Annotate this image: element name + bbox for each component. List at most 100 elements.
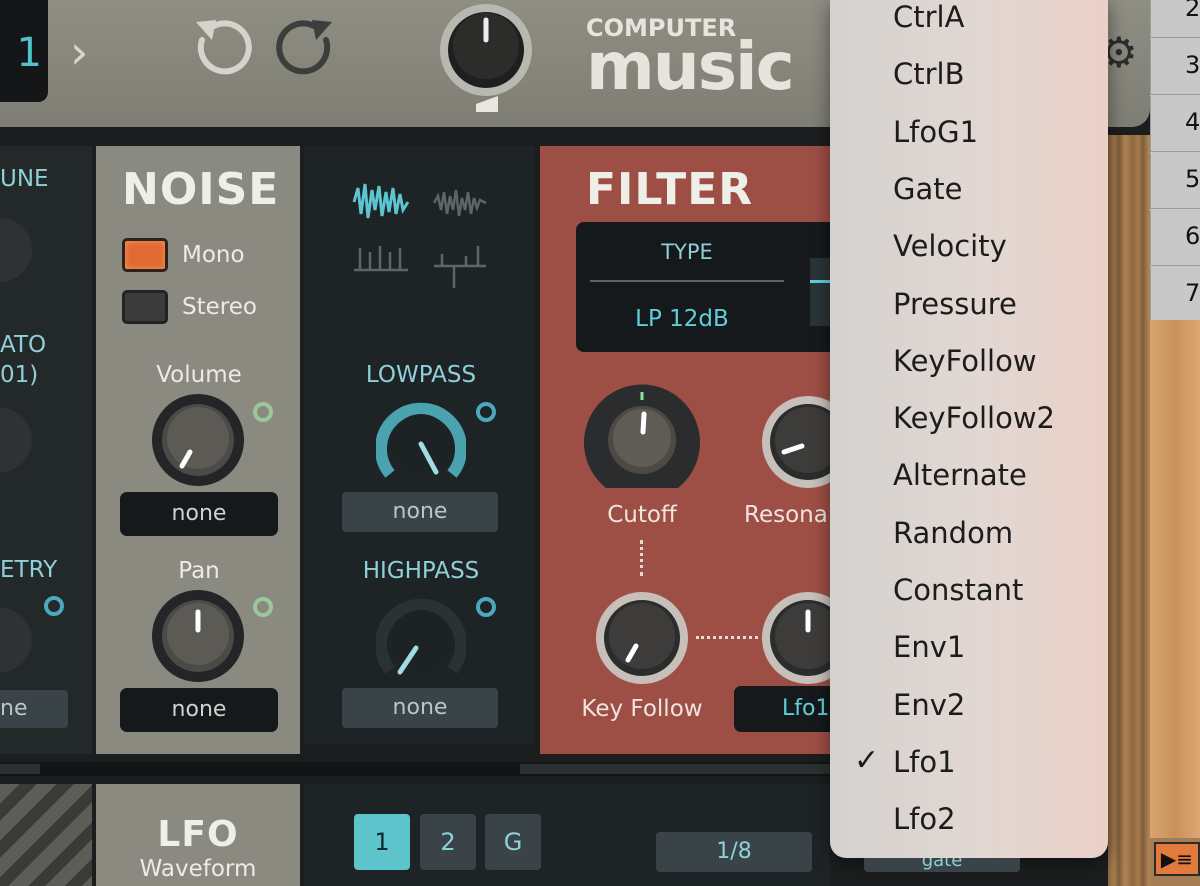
noise-pan-knob[interactable] [148, 590, 248, 682]
track-number-row[interactable]: 2 [1150, 0, 1200, 38]
pan-mod-indicator[interactable] [253, 597, 273, 617]
track-number-row[interactable]: 5 [1150, 153, 1200, 209]
lfo-button-g[interactable]: G [485, 814, 541, 870]
symmetry-mod-indicator[interactable] [44, 596, 64, 616]
symmetry-knob[interactable] [0, 600, 34, 680]
highpass-mod-dropdown[interactable]: none [342, 688, 498, 728]
resonance-label: Resona [744, 502, 828, 528]
vibrato-knob[interactable] [0, 400, 34, 480]
keyfollow-mod-link [696, 636, 758, 639]
menu-item-label: Random [893, 515, 1014, 550]
tune-label: UNE [0, 166, 49, 192]
keyfollow-mod-knob[interactable] [760, 590, 832, 686]
menu-item-velocity[interactable]: Velocity [830, 217, 1108, 274]
play-list-button[interactable]: ▶≡ [1154, 842, 1200, 876]
menu-item-lfo1[interactable]: ✓ Lfo1 [830, 733, 1108, 790]
menu-item-label: Lfo2 [893, 802, 956, 837]
volume-mod-indicator[interactable] [253, 402, 273, 422]
mono-label: Mono [182, 242, 245, 268]
menu-item-label: Env2 [893, 687, 966, 722]
volume-label: Volume [156, 362, 242, 388]
menu-item-ctrlb[interactable]: CtrlB [830, 45, 1108, 102]
tune-knob[interactable] [0, 210, 34, 290]
pink-noise-icon[interactable] [432, 184, 488, 222]
lfo-restart-dropdown[interactable]: gate [864, 858, 1020, 872]
noise-title: NOISE [122, 164, 280, 215]
noise-volume-knob[interactable] [148, 394, 248, 486]
vibrato-sub-label: 01) [0, 362, 39, 388]
volume-mod-dropdown[interactable]: none [120, 492, 278, 536]
track-number-row[interactable]: 6 [1150, 210, 1200, 266]
menu-item-keyfollow2[interactable]: KeyFollow2 [830, 389, 1108, 446]
menu-item-ctrla[interactable]: CtrlA [830, 0, 1108, 45]
menu-item-gate[interactable]: Gate [830, 160, 1108, 217]
mod-source-menu: CtrlA CtrlB LfoG1 Gate Velocity Pressure KeyFo… [830, 0, 1108, 858]
lfo-sync-dropdown[interactable]: 1/8 [656, 832, 812, 872]
scroll-thumb-right[interactable] [520, 764, 840, 774]
vibrato-label: ATO [0, 332, 47, 358]
filter-type-divider [590, 280, 784, 282]
preset-display[interactable]: 1 [0, 0, 48, 102]
menu-item-pressure[interactable]: Pressure [830, 275, 1108, 332]
track-number-row[interactable]: 4 [1150, 96, 1200, 152]
menu-item-constant[interactable]: Constant [830, 561, 1108, 618]
track-number: 5 [1185, 165, 1200, 193]
keyfollow-knob[interactable] [592, 590, 692, 686]
cutoff-knob[interactable] [580, 384, 704, 496]
menu-item-label: Alternate [893, 458, 1027, 493]
highpass-label: HIGHPASS [362, 558, 480, 584]
cutoff-keyfollow-link [640, 540, 643, 576]
scroll-thumb-left[interactable] [0, 764, 40, 774]
stereo-label: Stereo [182, 294, 257, 320]
undo-icon[interactable] [188, 10, 254, 82]
lowpass-knob[interactable] [376, 400, 466, 486]
track-number: 6 [1185, 222, 1200, 250]
menu-item-label: KeyFollow2 [893, 401, 1055, 436]
computer-music-logo: COMPUTER music [586, 14, 795, 105]
symmetry-mod-dropdown[interactable]: ne [0, 690, 68, 728]
menu-item-random[interactable]: Random [830, 504, 1108, 561]
wood-background [1150, 320, 1200, 838]
digital-noise-icon[interactable] [432, 244, 488, 290]
filter-type-value[interactable]: LP 12dB [590, 306, 774, 332]
master-volume-knob[interactable] [436, 0, 536, 112]
menu-item-label: Constant [893, 573, 1024, 607]
menu-item-label: Velocity [893, 229, 1007, 264]
lfo-title: LFO [157, 814, 239, 855]
menu-item-env1[interactable]: Env1 [830, 618, 1108, 675]
crackle-noise-icon[interactable] [352, 244, 410, 274]
menu-item-label: Pressure [893, 286, 1017, 321]
mono-toggle[interactable] [122, 238, 168, 272]
highpass-mod-indicator[interactable] [476, 597, 496, 617]
checkmark-icon: ✓ [854, 742, 880, 778]
menu-item-label: Gate [893, 171, 963, 206]
menu-item-lfo2[interactable]: Lfo2 [830, 790, 1108, 847]
highpass-knob[interactable] [376, 596, 466, 682]
menu-item-alternate[interactable]: Alternate [830, 446, 1108, 503]
lfo-subtitle: Waveform [139, 856, 257, 882]
menu-item-env2[interactable]: Env2 [830, 676, 1108, 733]
menu-item-keyfollow[interactable]: KeyFollow [830, 332, 1108, 389]
menu-item-label: Env1 [893, 630, 966, 665]
lowpass-mod-dropdown[interactable]: none [342, 492, 498, 532]
pan-label: Pan [178, 558, 220, 584]
track-number: 4 [1185, 108, 1200, 136]
menu-item-label: LfoG1 [893, 114, 979, 149]
track-number: 2 [1185, 0, 1200, 22]
stereo-toggle[interactable] [122, 290, 168, 324]
white-noise-icon[interactable] [352, 180, 410, 224]
filter-title: FILTER [586, 164, 754, 215]
preset-number: 1 [16, 30, 42, 76]
track-number-row[interactable]: 7 [1150, 267, 1200, 323]
redo-icon[interactable] [274, 10, 340, 82]
pan-mod-dropdown[interactable]: none [120, 688, 278, 732]
menu-item-lfog1[interactable]: LfoG1 [830, 103, 1108, 160]
lowpass-mod-indicator[interactable] [476, 402, 496, 422]
track-number: 7 [1185, 279, 1200, 307]
lfo-button-1[interactable]: 1 [354, 814, 410, 870]
filter-mod-source-dropdown[interactable]: Lfo1 [734, 686, 840, 732]
next-preset-icon[interactable]: › [70, 25, 88, 79]
lfo-button-2[interactable]: 2 [420, 814, 476, 870]
track-number-row[interactable]: 3 [1150, 39, 1200, 95]
resonance-knob[interactable] [760, 394, 832, 492]
